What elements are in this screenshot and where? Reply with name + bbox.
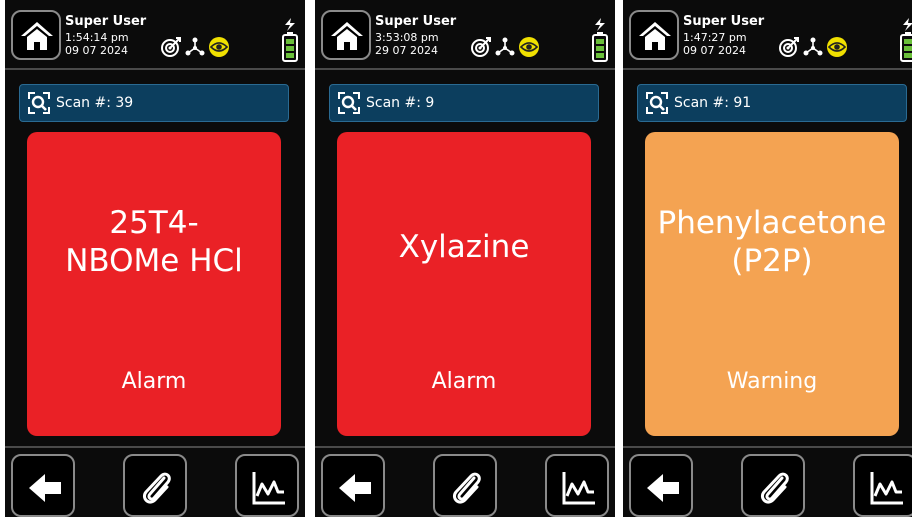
clock-time: 1:54:14 pm: [65, 31, 129, 44]
charging-bolt-icon: [285, 18, 295, 31]
scan-number-label: Scan #: 91: [674, 95, 752, 111]
result-level: Alarm: [431, 369, 497, 394]
result-card[interactable]: 25T4- NBOMe HCl Alarm: [27, 132, 281, 436]
device-screen-3: Super User 1:47:27 pm 09 07 2024 Scan #:…: [623, 0, 912, 517]
battery-indicator: [281, 18, 299, 66]
device-screen-1: Super User 1:54:14 pm 09 07 2024 Scan #:…: [5, 0, 305, 517]
back-arrow-icon: [29, 474, 61, 502]
spectrum-chart-button[interactable]: [545, 454, 609, 517]
home-button[interactable]: [629, 10, 679, 60]
scan-number-bar: Scan #: 39: [19, 84, 289, 122]
chart-icon: [562, 472, 595, 505]
battery-indicator: [591, 18, 609, 66]
molecule-icon: [184, 36, 206, 62]
battery-indicator: [899, 18, 912, 66]
back-button[interactable]: [11, 454, 75, 517]
user-name: Super User: [65, 14, 147, 29]
user-name: Super User: [683, 14, 765, 29]
result-level: Warning: [726, 369, 818, 394]
home-icon: [331, 22, 363, 50]
eye-icon: [518, 36, 540, 62]
back-button[interactable]: [629, 454, 693, 517]
paperclip-icon: [142, 472, 171, 504]
clock-time: 3:53:08 pm: [375, 31, 439, 44]
scan-number-bar: Scan #: 9: [329, 84, 599, 122]
user-name: Super User: [375, 14, 457, 29]
scan-number-label: Scan #: 39: [56, 95, 134, 111]
back-arrow-icon: [647, 474, 679, 502]
scan-icon: [338, 92, 360, 114]
footer-divider: [315, 446, 615, 448]
spectrum-chart-button[interactable]: [235, 454, 299, 517]
status-header: Super User 1:54:14 pm 09 07 2024: [5, 0, 305, 70]
footer-divider: [623, 446, 912, 448]
paperclip-icon: [452, 472, 481, 504]
substance-name-line-1: 25T4-: [109, 205, 199, 241]
back-arrow-icon: [339, 474, 371, 502]
attachment-button[interactable]: [123, 454, 187, 517]
footer-divider: [5, 446, 305, 448]
charging-bolt-icon: [903, 18, 912, 31]
clock-date: 09 07 2024: [683, 44, 746, 57]
substance-name-line-2: (P2P): [731, 243, 813, 279]
target-icon: [778, 36, 800, 62]
molecule-icon: [802, 36, 824, 62]
eye-icon: [208, 36, 230, 62]
substance-name: 25T4- NBOMe HCl: [27, 204, 281, 280]
target-icon: [470, 36, 492, 62]
substance-name-line-1: Phenylacetone: [657, 205, 887, 241]
home-icon: [639, 22, 671, 50]
chart-icon: [870, 472, 903, 505]
substance-name-line-1: Xylazine: [398, 229, 530, 265]
device-screen-2: Super User 3:53:08 pm 29 07 2024 Scan #:…: [315, 0, 615, 517]
scan-number-bar: Scan #: 91: [637, 84, 907, 122]
home-icon: [21, 22, 53, 50]
molecule-icon: [494, 36, 516, 62]
eye-icon: [826, 36, 848, 62]
substance-name: Xylazine: [337, 228, 591, 266]
target-icon: [160, 36, 182, 62]
result-card[interactable]: Phenylacetone (P2P) Warning: [645, 132, 899, 436]
attachment-button[interactable]: [433, 454, 497, 517]
scan-icon: [646, 92, 668, 114]
result-card[interactable]: Xylazine Alarm: [337, 132, 591, 436]
back-button[interactable]: [321, 454, 385, 517]
status-header: Super User 3:53:08 pm 29 07 2024: [315, 0, 615, 70]
home-button[interactable]: [11, 10, 61, 60]
spectrum-chart-button[interactable]: [853, 454, 912, 517]
clock-date: 09 07 2024: [65, 44, 128, 57]
substance-name: Phenylacetone (P2P): [645, 204, 899, 280]
scan-number-label: Scan #: 9: [366, 95, 435, 111]
scan-icon: [28, 92, 50, 114]
home-button[interactable]: [321, 10, 371, 60]
status-header: Super User 1:47:27 pm 09 07 2024: [623, 0, 912, 70]
attachment-button[interactable]: [741, 454, 805, 517]
charging-bolt-icon: [595, 18, 605, 31]
substance-name-line-2: NBOMe HCl: [65, 243, 243, 279]
clock-date: 29 07 2024: [375, 44, 438, 57]
chart-icon: [252, 472, 285, 505]
clock-time: 1:47:27 pm: [683, 31, 747, 44]
result-level: Alarm: [121, 369, 187, 394]
paperclip-icon: [760, 472, 789, 504]
